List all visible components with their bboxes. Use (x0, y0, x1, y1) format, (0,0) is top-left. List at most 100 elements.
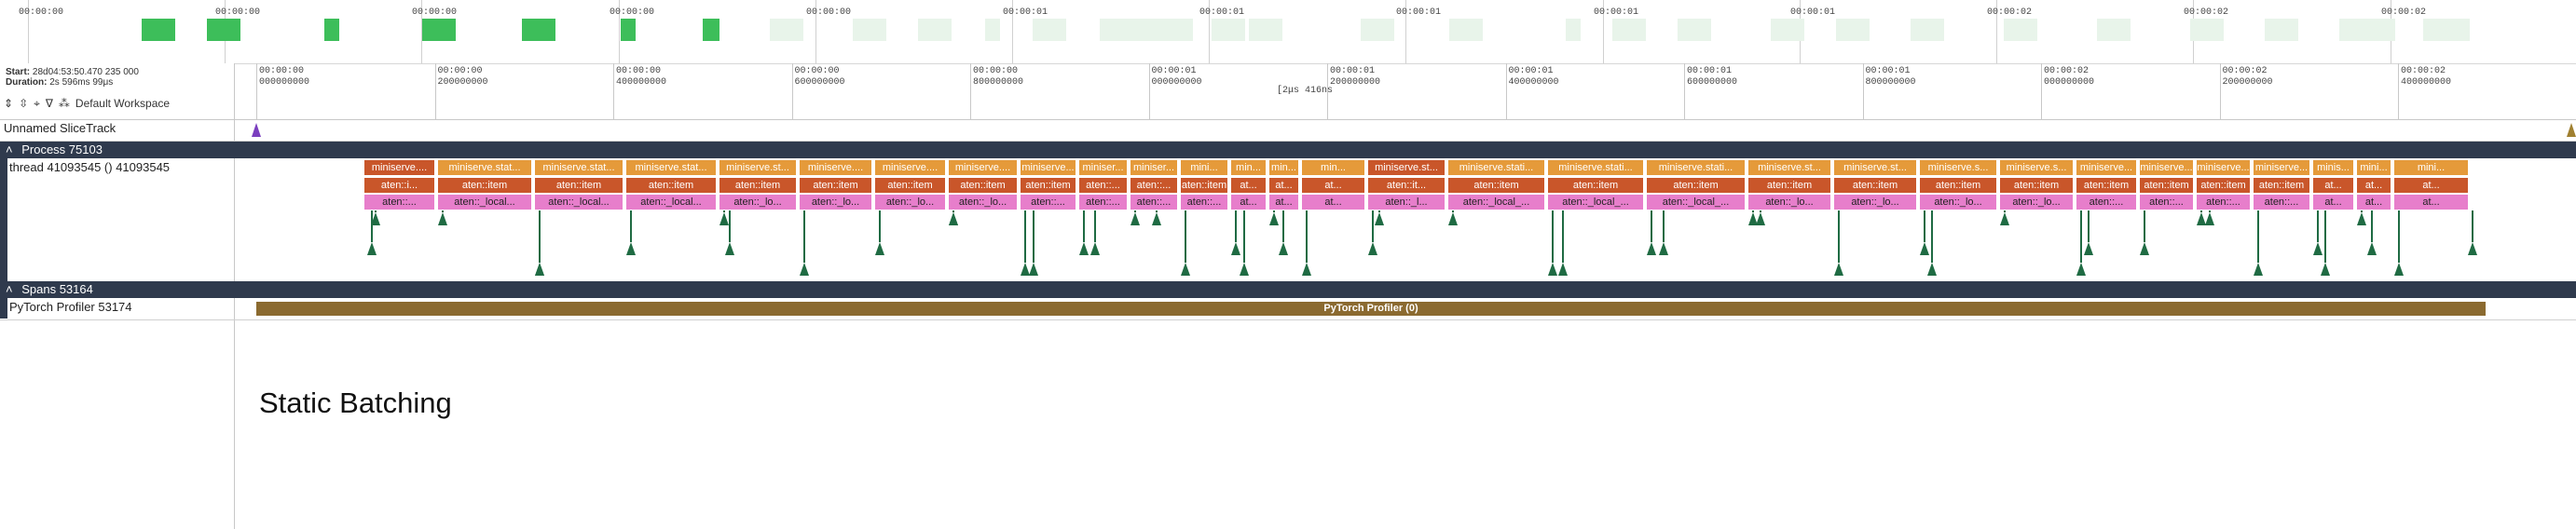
slice-l2[interactable]: aten::item (1021, 178, 1076, 193)
slice-l3[interactable]: aten::_lo... (949, 195, 1017, 210)
spans-group-header[interactable]: ˄ Spans 53164 (0, 281, 2576, 298)
flow-marker[interactable] (800, 263, 809, 276)
slice-l2[interactable]: aten::item (800, 178, 871, 193)
slice-l1[interactable]: minis... (2313, 160, 2353, 175)
slice-l2[interactable]: aten::item (1647, 178, 1745, 193)
slice-l3[interactable]: at... (2394, 195, 2468, 210)
profiler-slice[interactable]: PyTorch Profiler (0) (256, 302, 2486, 316)
slice-l3[interactable]: aten::... (1130, 195, 1177, 210)
flow-marker[interactable] (367, 242, 377, 255)
slice-l2[interactable]: aten::item (2140, 178, 2193, 193)
slice-l1[interactable]: miniserve... (1021, 160, 1076, 175)
slice-l3[interactable]: aten::... (1079, 195, 1127, 210)
unpin-icon[interactable]: ⌖ (34, 97, 40, 111)
slice-l2[interactable]: at... (1302, 178, 1364, 193)
flow-marker[interactable] (2140, 242, 2149, 255)
slice-l1[interactable]: miniserve.stat... (626, 160, 716, 175)
time-ruler[interactable]: 00:00:00 000000000 00:00:00 200000000 00:0… (235, 63, 2576, 120)
slice-l2[interactable]: aten::item (1548, 178, 1643, 193)
workspace-icon[interactable]: ⁂ (59, 97, 70, 110)
slice-l1[interactable]: miniserve.... (800, 160, 871, 175)
slice-l3[interactable]: aten::_lo... (2000, 195, 2073, 210)
overview-timeline[interactable]: 00:00:00 00:00:00 00:00:00 00:00:00 00:00:00… (0, 0, 2576, 64)
slice-l1[interactable]: miniserve... (2140, 160, 2193, 175)
slice-l3[interactable]: aten::_local_... (1647, 195, 1745, 210)
flow-marker[interactable] (1152, 212, 1161, 225)
flow-marker[interactable] (1181, 263, 1190, 276)
slice-l1[interactable]: miniser... (1130, 160, 1177, 175)
slice-l3[interactable]: aten::_lo... (1748, 195, 1830, 210)
flow-marker[interactable] (1130, 212, 1140, 225)
slice-l3[interactable]: aten::... (1021, 195, 1076, 210)
slice-l3[interactable]: aten::_lo... (1834, 195, 1916, 210)
flow-marker[interactable] (2084, 242, 2093, 255)
slice-l2[interactable]: aten::item (949, 178, 1017, 193)
filter-icon[interactable]: ∇ (46, 97, 53, 110)
slice-l3[interactable]: aten::_local_... (1548, 195, 1643, 210)
slice-l1[interactable]: miniserve.st... (719, 160, 796, 175)
slice-l3[interactable]: aten::_local... (626, 195, 716, 210)
slice-l2[interactable]: aten::it... (1368, 178, 1445, 193)
slice-l2[interactable]: aten::item (1834, 178, 1916, 193)
flow-marker[interactable] (1231, 242, 1240, 255)
slice-l1[interactable]: min... (1269, 160, 1298, 175)
flag-start-icon[interactable] (252, 123, 261, 137)
flow-marker[interactable] (1079, 242, 1089, 255)
slice-l2[interactable]: aten::... (1079, 178, 1127, 193)
chevron-up-icon[interactable]: ˄ (0, 282, 13, 296)
slice-l2[interactable]: aten::item (1920, 178, 1996, 193)
flow-marker[interactable] (1927, 263, 1937, 276)
slice-l2[interactable]: aten::item (1448, 178, 1544, 193)
slice-l3[interactable]: aten::... (2140, 195, 2193, 210)
track-title-unnamed[interactable]: Unnamed SliceTrack (4, 121, 116, 135)
slice-l3[interactable]: aten::... (364, 195, 434, 210)
flow-marker[interactable] (1558, 263, 1568, 276)
flow-marker[interactable] (371, 212, 380, 225)
slice-l3[interactable]: at... (1269, 195, 1298, 210)
flow-marker[interactable] (1302, 263, 1311, 276)
slice-l1[interactable]: miniserve.... (364, 160, 434, 175)
collapse-all-icon[interactable]: ⇳ (19, 97, 28, 110)
slice-l1[interactable]: miniserve.st... (1834, 160, 1916, 175)
slice-l1[interactable]: min... (1231, 160, 1266, 175)
slice-l1[interactable]: mini... (2357, 160, 2391, 175)
flow-marker[interactable] (2000, 212, 2009, 225)
flow-marker[interactable] (1269, 212, 1279, 225)
flow-marker[interactable] (2254, 263, 2263, 276)
slice-l3[interactable]: at... (1302, 195, 1364, 210)
flow-marker[interactable] (1368, 242, 1377, 255)
track-title-thread[interactable]: thread 41093545 () 41093545 (9, 160, 170, 174)
flow-marker[interactable] (438, 212, 447, 225)
slice-l1[interactable]: mini... (1181, 160, 1227, 175)
flow-marker[interactable] (1090, 242, 1100, 255)
flow-marker[interactable] (1548, 263, 1557, 276)
slice-l3[interactable]: aten::... (1181, 195, 1227, 210)
flow-marker[interactable] (725, 242, 734, 255)
slice-l3[interactable]: at... (2313, 195, 2353, 210)
flow-marker[interactable] (2205, 212, 2214, 225)
slice-l2[interactable]: at... (1231, 178, 1266, 193)
slice-l3[interactable]: aten::_lo... (875, 195, 945, 210)
flow-marker[interactable] (875, 242, 884, 255)
slice-l1[interactable]: min... (1302, 160, 1364, 175)
track-title-profiler[interactable]: PyTorch Profiler 53174 (9, 300, 132, 314)
slice-l1[interactable]: miniserve.stat... (535, 160, 623, 175)
flow-marker[interactable] (2357, 212, 2366, 225)
slice-l2[interactable]: aten::item (438, 178, 531, 193)
flow-marker[interactable] (2367, 242, 2377, 255)
slice-l3[interactable]: aten::_local... (438, 195, 531, 210)
slice-l1[interactable]: miniserve.st... (1748, 160, 1830, 175)
slice-l1[interactable]: miniserve.stati... (1448, 160, 1544, 175)
flow-marker[interactable] (1240, 263, 1249, 276)
slice-l3[interactable]: aten::_l... (1368, 195, 1445, 210)
slice-l2[interactable]: aten::item (535, 178, 623, 193)
flow-marker[interactable] (1659, 242, 1668, 255)
flow-marker[interactable] (1834, 263, 1843, 276)
chevron-up-icon[interactable]: ˄ (0, 142, 13, 156)
flow-marker[interactable] (2468, 242, 2477, 255)
flow-marker[interactable] (2076, 263, 2086, 276)
flow-marker[interactable] (949, 212, 958, 225)
slice-l2[interactable]: aten::item (2076, 178, 2136, 193)
slice-l3[interactable]: aten::_local_... (1448, 195, 1544, 210)
flow-marker[interactable] (1029, 263, 1038, 276)
